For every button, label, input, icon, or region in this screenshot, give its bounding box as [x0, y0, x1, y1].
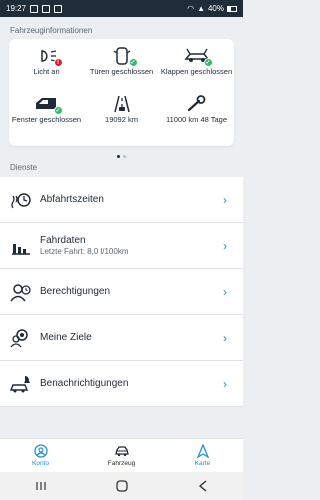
- check-badge-icon: ✓: [203, 58, 213, 67]
- status-label: Licht an: [33, 67, 60, 76]
- car-notification-icon: [9, 374, 32, 394]
- notification-icon: [54, 4, 63, 13]
- headlight-icon: !: [34, 47, 63, 67]
- bar-chart-icon: [10, 236, 32, 256]
- battery-percent: 40%: [207, 4, 224, 13]
- service-subtitle: Letzte Fahrt: 8,0 l/100km: [40, 247, 129, 256]
- service-item-my-destinations[interactable]: Meine Ziele ›: [0, 315, 243, 361]
- page-indicator: [9, 155, 234, 158]
- car-icon: [114, 446, 129, 457]
- bottom-tab-bar: Konto Fahrzeug Karte: [0, 438, 243, 472]
- car-window-icon: ✓: [34, 95, 63, 115]
- status-item-hatches[interactable]: ✓ Klappen geschlossen: [159, 43, 234, 91]
- tab-map[interactable]: Karte: [162, 439, 243, 472]
- chevron-right-icon: ›: [223, 238, 227, 253]
- status-time: 19:27: [6, 4, 27, 13]
- tab-account[interactable]: Konto: [0, 439, 81, 472]
- notification-icon: [30, 4, 39, 13]
- service-item-trip-data[interactable]: Fahrdaten Letzte Fahrt: 8,0 l/100km ›: [0, 223, 243, 269]
- recent-apps-icon[interactable]: [31, 479, 51, 493]
- tab-label: Karte: [194, 460, 211, 467]
- service-item-notifications[interactable]: Benachrichtigungen ›: [0, 361, 243, 407]
- service-title: Fahrdaten: [40, 235, 86, 246]
- departure-heating-icon: [10, 190, 32, 210]
- status-label: Fenster geschlossen: [11, 115, 82, 124]
- account-icon: [33, 444, 48, 458]
- home-icon[interactable]: [112, 479, 132, 493]
- status-item-mileage[interactable]: 19092 km: [84, 91, 159, 139]
- back-icon[interactable]: [193, 479, 213, 493]
- status-item-service[interactable]: 11000 km 48 Tage: [159, 91, 234, 139]
- navigation-arrow-icon: [196, 444, 209, 458]
- status-label: Klappen geschlossen: [160, 67, 233, 76]
- service-title: Berechtigungen: [40, 286, 111, 297]
- service-item-departure-times[interactable]: Abfahrtszeiten ›: [0, 177, 243, 223]
- car-doors-icon: ✓: [109, 47, 138, 67]
- warning-badge-icon: !: [53, 58, 63, 67]
- status-bar: 19:27 ◠ ▲ 40%: [0, 0, 243, 17]
- status-item-windows[interactable]: ✓ Fenster geschlossen: [9, 91, 84, 139]
- status-label: Türen geschlossen: [89, 67, 154, 76]
- chevron-right-icon: ›: [223, 330, 227, 345]
- service-title: Abfahrtszeiten: [40, 194, 104, 205]
- status-item-doors[interactable]: ✓ Türen geschlossen: [84, 43, 159, 91]
- user-location-icon: [10, 328, 32, 348]
- status-item-lights[interactable]: ! Licht an: [9, 43, 84, 91]
- tab-vehicle[interactable]: Fahrzeug: [81, 439, 162, 472]
- chevron-right-icon: ›: [223, 192, 227, 207]
- check-badge-icon: ✓: [128, 58, 138, 67]
- tab-label: Konto: [32, 460, 49, 467]
- chevron-right-icon: ›: [223, 284, 227, 299]
- check-badge-icon: ✓: [53, 106, 63, 115]
- signal-icon: ▲: [197, 4, 205, 13]
- system-nav-bar: [0, 472, 243, 500]
- service-title: Meine Ziele: [40, 332, 92, 343]
- services-list: Abfahrtszeiten › Fahrdaten Letzte Fahrt:…: [0, 177, 243, 407]
- car-hood-icon: ✓: [183, 47, 213, 67]
- page-dot-active: [117, 155, 120, 158]
- page-dot: [123, 155, 126, 158]
- service-item-permissions[interactable]: Berechtigungen ›: [0, 269, 243, 315]
- tab-label: Fahrzeug: [107, 460, 136, 467]
- section-title-services: Dienste: [10, 163, 38, 172]
- notification-icon: [42, 4, 51, 13]
- service-title: Benachrichtigungen: [40, 378, 129, 389]
- wrench-icon: [184, 95, 210, 113]
- section-title-vehicle-info: Fahrzeuginformationen: [10, 26, 93, 35]
- vehicle-status-card[interactable]: ! Licht an ✓ Türen geschlossen ✓ Klappen…: [9, 39, 234, 158]
- road-icon: [109, 95, 135, 113]
- user-permission-icon: [10, 282, 32, 302]
- status-label: 19092 km: [105, 115, 138, 124]
- chevron-right-icon: ›: [223, 376, 227, 391]
- battery-icon: [227, 5, 237, 12]
- status-label: 11000 km 48 Tage: [165, 115, 228, 124]
- wifi-icon: ◠: [187, 4, 195, 13]
